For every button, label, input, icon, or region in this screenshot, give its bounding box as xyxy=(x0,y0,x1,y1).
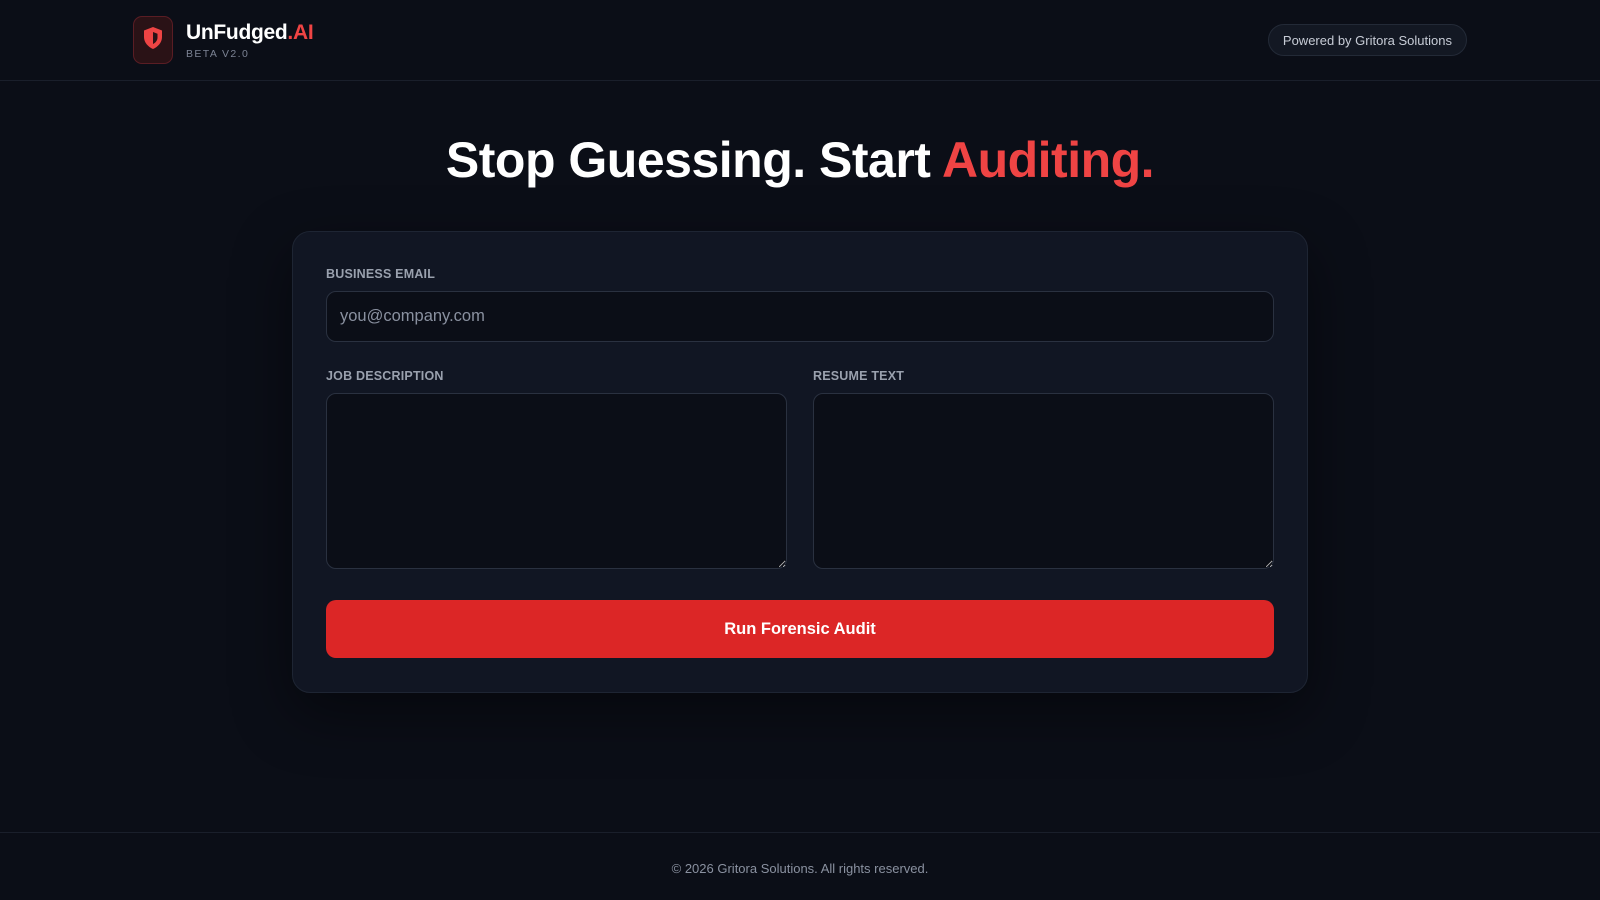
powered-by-badge: Powered by Gritora Solutions xyxy=(1267,24,1467,56)
page-title-main: Stop Guessing. Start xyxy=(445,132,942,188)
email-label: BUSINESS EMAIL xyxy=(326,267,436,281)
page-title: Stop Guessing. Start Auditing. xyxy=(0,128,1600,192)
copyright-text: © 2026 Gritora Solutions. All rights res… xyxy=(671,861,929,876)
logo-badge xyxy=(133,16,173,64)
shield-icon xyxy=(142,26,164,55)
resume-text-label: RESUME TEXT xyxy=(813,369,905,383)
brand-name-accent: .AI xyxy=(287,20,314,44)
resume-text-textarea[interactable] xyxy=(813,393,1274,569)
run-forensic-audit-button[interactable]: Run Forensic Audit xyxy=(326,600,1274,658)
brand-text: UnFudged.AI BETA V2.0 xyxy=(186,20,314,60)
page-footer: © 2026 Gritora Solutions. All rights res… xyxy=(0,832,1600,900)
top-header: UnFudged.AI BETA V2.0 Powered by Gritora… xyxy=(0,0,1600,81)
page-title-accent: Auditing. xyxy=(941,132,1155,188)
brand-name-main: UnFudged xyxy=(186,20,288,44)
job-description-label: JOB DESCRIPTION xyxy=(326,369,444,383)
audit-form-card: BUSINESS EMAIL JOB DESCRIPTION RESUME TE… xyxy=(292,231,1308,693)
job-description-textarea[interactable] xyxy=(326,393,787,569)
brand-name: UnFudged.AI xyxy=(186,20,314,45)
version-label: BETA V2.0 xyxy=(186,47,250,60)
email-field[interactable] xyxy=(326,291,1274,342)
brand[interactable]: UnFudged.AI BETA V2.0 xyxy=(133,16,314,64)
